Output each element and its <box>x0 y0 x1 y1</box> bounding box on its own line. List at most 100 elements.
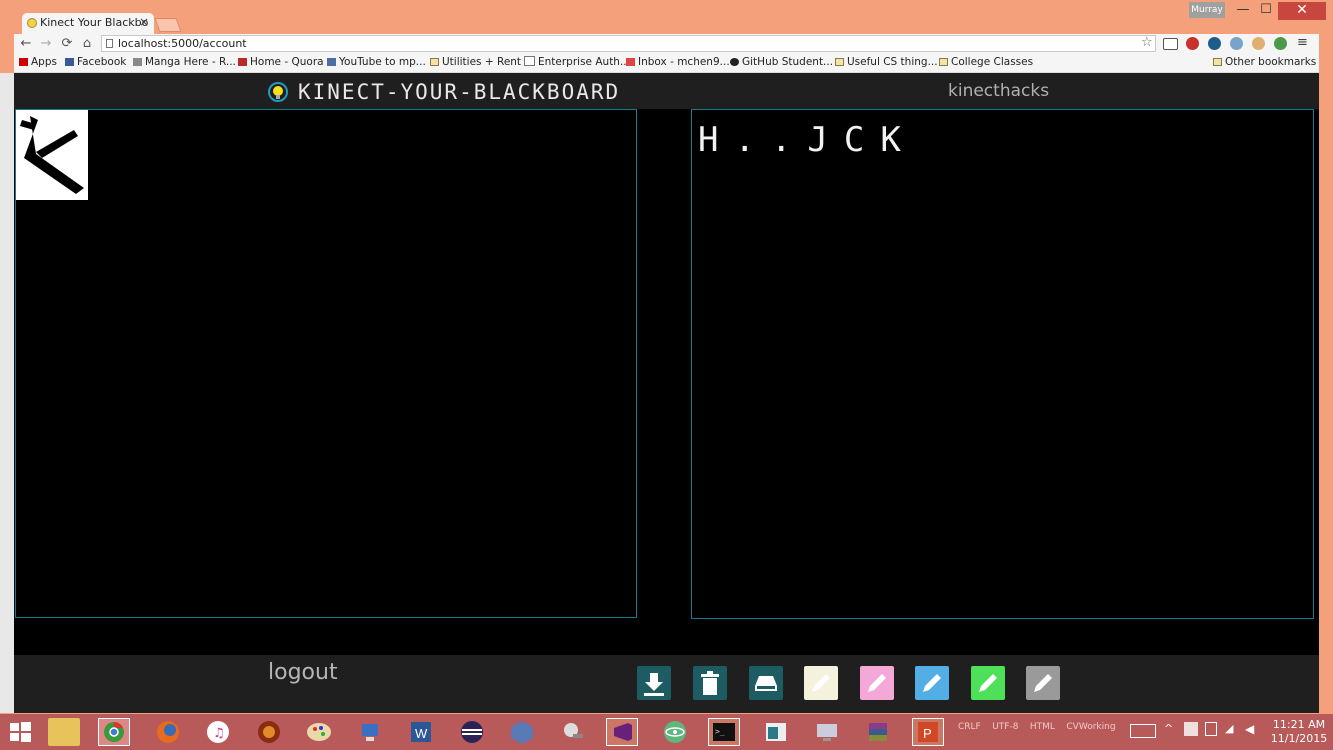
logout-link[interactable]: logout <box>268 660 338 685</box>
background-window-sliver <box>0 73 14 713</box>
keyboard-icon[interactable] <box>1130 724 1156 738</box>
start-button[interactable] <box>4 718 36 746</box>
bookmark-utilities[interactable]: Utilities + Rent <box>430 56 521 68</box>
folder-icon <box>430 58 439 66</box>
powerpoint-taskbar-icon[interactable]: P <box>912 718 944 746</box>
brand-link[interactable]: kinecthacks <box>948 81 1049 101</box>
favicon-icon <box>27 18 37 28</box>
atom-taskbar-icon[interactable] <box>659 718 691 746</box>
tool-taskbar-icon[interactable] <box>557 718 589 746</box>
itunes-taskbar-icon[interactable]: ♫ <box>202 718 234 746</box>
volume-icon[interactable]: ◀ <box>1245 722 1254 736</box>
visual-studio-taskbar-icon[interactable] <box>606 718 638 746</box>
bookmark-enterprise[interactable]: Enterprise Auth... <box>524 56 630 68</box>
terminal-taskbar-icon[interactable]: >_ <box>708 718 740 746</box>
pencil-blue-button[interactable] <box>915 666 949 700</box>
extension-icon[interactable] <box>1208 37 1221 50</box>
pencil-icon <box>923 674 941 692</box>
pencil-green-button[interactable] <box>971 666 1005 700</box>
reload-button[interactable]: ⟳ <box>58 36 76 51</box>
extension-icon[interactable] <box>1252 37 1265 50</box>
extension-icon[interactable] <box>1230 37 1243 50</box>
svg-text:♫: ♫ <box>213 726 225 741</box>
clear-button[interactable] <box>693 666 727 700</box>
action-center-icon[interactable] <box>1184 722 1198 736</box>
minimize-button[interactable]: — <box>1232 2 1254 20</box>
pencil-icon <box>868 674 886 692</box>
bookmark-youtube[interactable]: YouTube to mp... <box>327 56 426 68</box>
download-icon <box>644 673 664 696</box>
pencil-icon <box>812 674 830 692</box>
chevron-up-icon[interactable]: ^ <box>1164 722 1173 735</box>
bookmark-manga[interactable]: Manga Here - R... <box>133 56 236 68</box>
adblock-icon[interactable] <box>1186 37 1199 50</box>
pencil-icon <box>1034 674 1052 692</box>
bookmark-inbox[interactable]: Inbox - mchen9... <box>626 56 730 68</box>
page-icon <box>106 39 113 48</box>
profile-badge[interactable]: Murray <box>1189 2 1225 18</box>
recognition-panel <box>691 109 1314 619</box>
facebook-icon <box>65 58 74 66</box>
pencil-cream-button[interactable] <box>804 666 838 700</box>
app-header <box>14 73 1319 109</box>
bookmark-other[interactable]: Other bookmarks <box>1213 56 1316 68</box>
bookmark-quora[interactable]: Home - Quora <box>238 56 324 68</box>
clock-date: 11/1/2015 <box>1270 732 1328 745</box>
eclipse-taskbar-icon[interactable] <box>456 718 488 746</box>
tab-close-icon[interactable]: × <box>139 15 149 29</box>
bookmark-college[interactable]: College Classes <box>939 56 1033 68</box>
folder-icon <box>1213 58 1222 66</box>
pencil-gray-button[interactable] <box>1026 666 1060 700</box>
converter-icon <box>327 58 336 66</box>
drawing-canvas[interactable] <box>15 109 637 618</box>
bookmarks-bar: Apps Facebook Manga Here - R... Home - Q… <box>14 54 1319 73</box>
back-button[interactable]: ← <box>17 36 35 51</box>
bookmark-star-icon[interactable]: ☆ <box>1141 35 1153 50</box>
trash-icon <box>701 671 719 695</box>
tray-status: CRLF UTF-8 HTML CVWorking <box>958 722 1116 732</box>
forward-button[interactable]: → <box>37 36 55 51</box>
address-bar[interactable]: localhost:5000/account <box>101 35 1156 52</box>
pencil-pink-button[interactable] <box>860 666 894 700</box>
bookmark-useful-cs[interactable]: Useful CS thing... <box>835 56 938 68</box>
network-taskbar-icon[interactable] <box>354 718 386 746</box>
taskbar-clock[interactable]: 11:21 AM 11/1/2015 <box>1268 718 1330 746</box>
new-tab-button[interactable] <box>154 18 182 32</box>
maximize-button[interactable]: ☐ <box>1255 2 1277 20</box>
home-button[interactable]: ⌂ <box>78 36 96 51</box>
download-button[interactable] <box>637 666 671 700</box>
eraser-icon <box>755 676 777 691</box>
cast-icon[interactable] <box>1163 38 1178 50</box>
word-taskbar-icon[interactable]: W <box>405 718 437 746</box>
pencil-icon <box>979 674 997 692</box>
handwritten-k-icon <box>20 116 84 194</box>
firefox-taskbar-icon[interactable] <box>152 718 184 746</box>
chrome-menu-icon[interactable]: ≡ <box>1297 35 1308 50</box>
battery-icon[interactable] <box>1205 722 1217 736</box>
window-titlebar <box>0 0 1333 34</box>
paint-taskbar-icon[interactable] <box>303 718 335 746</box>
chrome-taskbar-icon[interactable] <box>98 718 130 746</box>
file-explorer-icon[interactable] <box>48 718 80 746</box>
app-taskbar-icon[interactable] <box>253 718 285 746</box>
browser-tab[interactable]: Kinect Your Blackbo × <box>22 13 154 34</box>
recognized-text: H..JCK <box>698 120 917 160</box>
archive-taskbar-icon[interactable] <box>862 718 894 746</box>
wifi-icon[interactable]: ◢ <box>1225 722 1233 735</box>
url-text: localhost:5000/account <box>118 37 247 50</box>
window-border <box>1319 34 1333 714</box>
bookmark-github[interactable]: GitHub Student... <box>730 56 833 68</box>
svg-text:>_: >_ <box>715 727 725 736</box>
gmail-icon <box>626 58 635 66</box>
bookmark-facebook[interactable]: Facebook <box>65 56 126 68</box>
window-taskbar-icon[interactable] <box>760 718 792 746</box>
monitor-taskbar-icon[interactable] <box>811 718 843 746</box>
eraser-button[interactable] <box>749 666 783 700</box>
bookmark-apps[interactable]: Apps <box>19 56 57 68</box>
extension-icon[interactable] <box>1274 37 1287 50</box>
yahoo-icon <box>133 58 142 66</box>
letter-k-drawing <box>16 110 88 200</box>
lightbulb-icon <box>268 82 288 102</box>
virtualbox-taskbar-icon[interactable] <box>506 718 538 746</box>
close-window-button[interactable]: ✕ <box>1278 2 1326 20</box>
